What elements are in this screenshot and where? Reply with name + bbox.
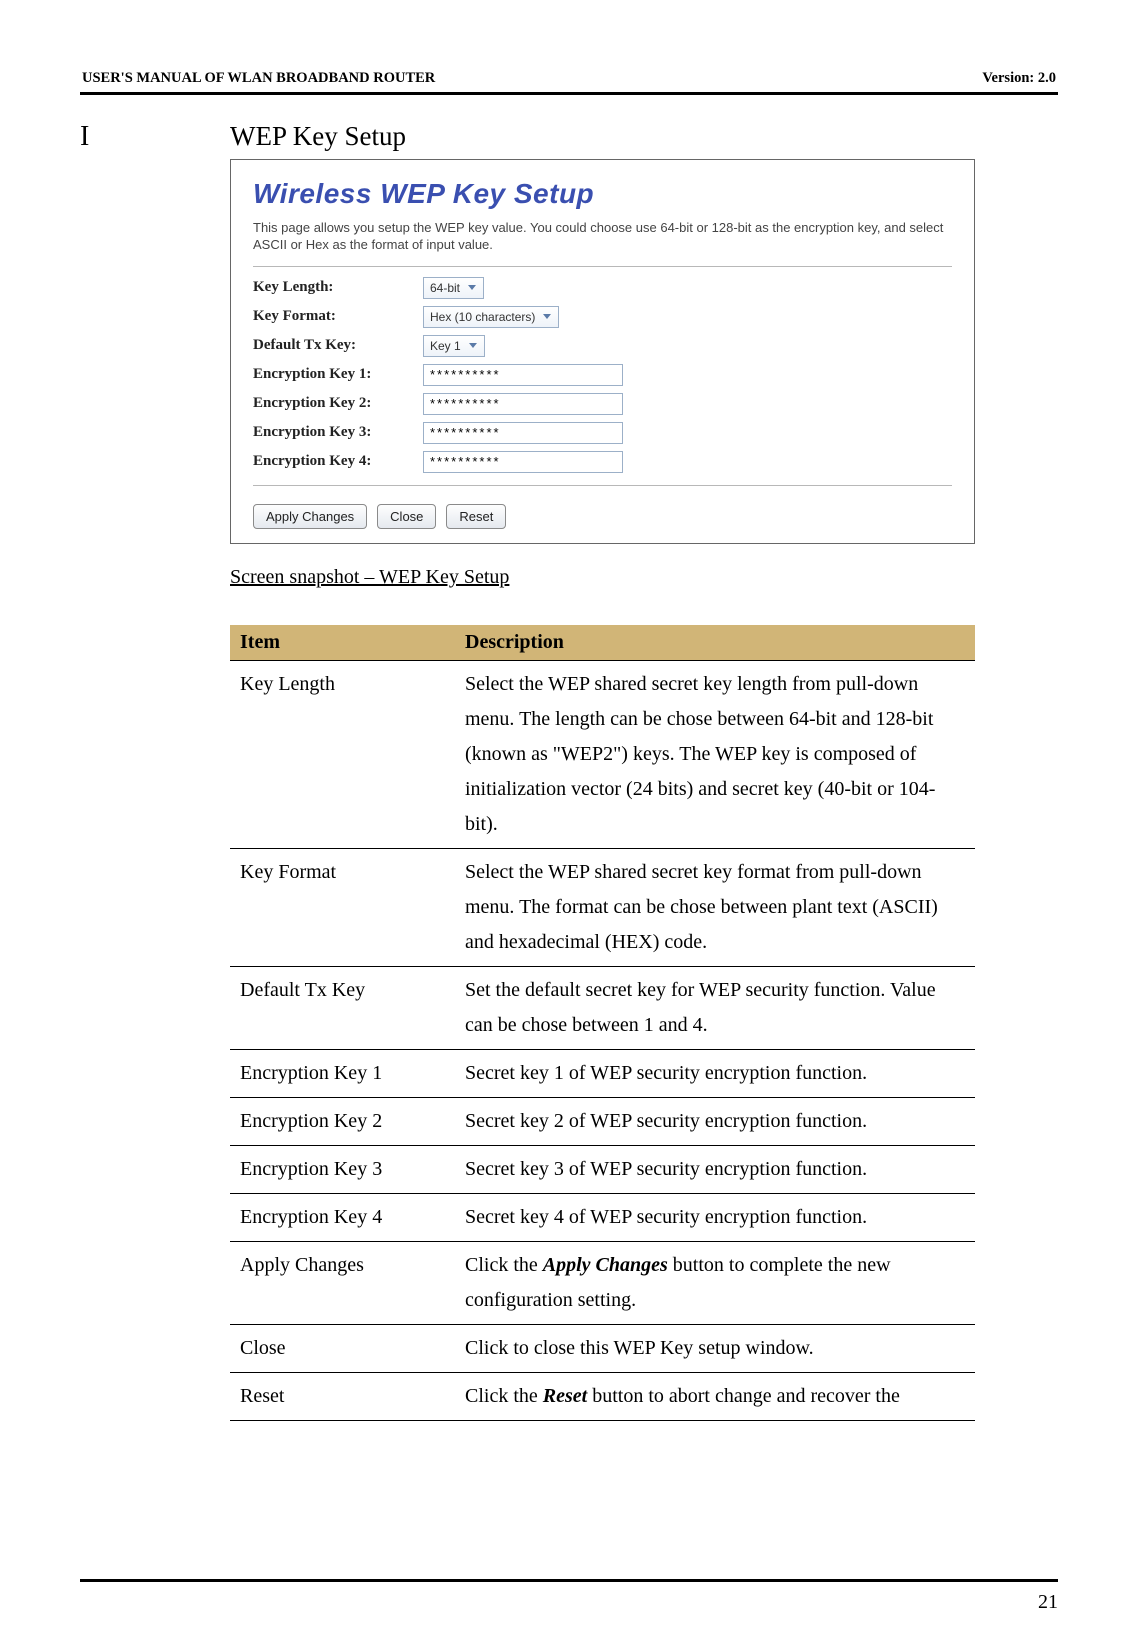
input-enc1[interactable]	[423, 364, 623, 386]
description-table: Item Description Key LengthSelect the WE…	[230, 625, 975, 1421]
section-letter: I	[80, 121, 230, 153]
desc-pre: Click the	[465, 1385, 543, 1407]
button-row: Apply Changes Close Reset	[253, 504, 952, 529]
page-number: 21	[1038, 1591, 1058, 1614]
table-row: Apply ChangesClick the Apply Changes but…	[230, 1241, 975, 1324]
table-row: Encryption Key 1Secret key 1 of WEP secu…	[230, 1049, 975, 1097]
cell-desc: Set the default secret key for WEP secur…	[455, 966, 975, 1049]
table-body: Key LengthSelect the WEP shared secret k…	[230, 660, 975, 1420]
desc-pre: Click the	[465, 1254, 543, 1276]
cell-desc: Click the Reset button to abort change a…	[455, 1372, 975, 1420]
cell-desc: Select the WEP shared secret key format …	[455, 848, 975, 966]
table-row: Encryption Key 3Secret key 3 of WEP secu…	[230, 1145, 975, 1193]
label-enc1: Encryption Key 1:	[253, 366, 423, 383]
select-default-tx[interactable]: Key 1	[423, 335, 485, 357]
table-row: Key LengthSelect the WEP shared secret k…	[230, 660, 975, 848]
cell-desc: Click the Apply Changes button to comple…	[455, 1241, 975, 1324]
desc-bold-italic: Reset	[543, 1385, 587, 1407]
table-row: Encryption Key 4Secret key 4 of WEP secu…	[230, 1193, 975, 1241]
th-item: Item	[230, 625, 455, 661]
cell-desc: Select the WEP shared secret key length …	[455, 660, 975, 848]
label-enc3: Encryption Key 3:	[253, 424, 423, 441]
table-row: CloseClick to close this WEP Key setup w…	[230, 1324, 975, 1372]
table-row: ResetClick the Reset button to abort cha…	[230, 1372, 975, 1420]
cell-item: Encryption Key 2	[230, 1097, 455, 1145]
row-enc2: Encryption Key 2:	[253, 393, 952, 415]
select-key-format[interactable]: Hex (10 characters)	[423, 306, 559, 328]
label-default-tx: Default Tx Key:	[253, 337, 423, 354]
screenshot-description: This page allows you setup the WEP key v…	[253, 220, 952, 254]
screenshot-divider	[253, 266, 952, 267]
table-row: Default Tx KeySet the default secret key…	[230, 966, 975, 1049]
header-right: Version: 2.0	[982, 70, 1056, 87]
desc-post: button to abort change and recover the	[587, 1385, 900, 1407]
cell-item: Apply Changes	[230, 1241, 455, 1324]
footer-rule	[80, 1579, 1058, 1582]
section-heading: I WEP Key Setup	[80, 121, 1058, 153]
cell-desc: Secret key 1 of WEP security encryption …	[455, 1049, 975, 1097]
label-enc4: Encryption Key 4:	[253, 453, 423, 470]
row-enc3: Encryption Key 3:	[253, 422, 952, 444]
cell-desc: Secret key 4 of WEP security encryption …	[455, 1193, 975, 1241]
row-key-format: Key Format: Hex (10 characters)	[253, 306, 952, 328]
close-button[interactable]: Close	[377, 504, 436, 529]
page: USER'S MANUAL OF WLAN BROADBAND ROUTER V…	[0, 0, 1138, 1652]
select-key-length[interactable]: 64-bit	[423, 277, 484, 299]
cell-desc: Secret key 2 of WEP security encryption …	[455, 1097, 975, 1145]
select-default-tx-value: Key 1	[430, 339, 461, 353]
apply-changes-button[interactable]: Apply Changes	[253, 504, 367, 529]
row-enc4: Encryption Key 4:	[253, 451, 952, 473]
cell-item: Key Length	[230, 660, 455, 848]
header-rule	[80, 92, 1058, 95]
input-enc2[interactable]	[423, 393, 623, 415]
screenshot-title: Wireless WEP Key Setup	[253, 178, 952, 210]
input-enc4[interactable]	[423, 451, 623, 473]
th-description: Description	[455, 625, 975, 661]
row-enc1: Encryption Key 1:	[253, 364, 952, 386]
chevron-down-icon	[539, 309, 555, 325]
cell-item: Reset	[230, 1372, 455, 1420]
page-header: USER'S MANUAL OF WLAN BROADBAND ROUTER V…	[80, 70, 1058, 90]
cell-item: Encryption Key 1	[230, 1049, 455, 1097]
cell-item: Encryption Key 4	[230, 1193, 455, 1241]
reset-button[interactable]: Reset	[446, 504, 506, 529]
cell-item: Default Tx Key	[230, 966, 455, 1049]
select-key-length-value: 64-bit	[430, 281, 460, 295]
label-key-format: Key Format:	[253, 308, 423, 325]
screenshot-panel: Wireless WEP Key Setup This page allows …	[230, 159, 975, 544]
cell-item: Encryption Key 3	[230, 1145, 455, 1193]
select-key-format-value: Hex (10 characters)	[430, 310, 535, 324]
row-default-tx: Default Tx Key: Key 1	[253, 335, 952, 357]
desc-bold-italic: Apply Changes	[543, 1254, 668, 1276]
screenshot-divider-2	[253, 485, 952, 486]
header-left: USER'S MANUAL OF WLAN BROADBAND ROUTER	[82, 70, 435, 87]
input-enc3[interactable]	[423, 422, 623, 444]
table-header-row: Item Description	[230, 625, 975, 661]
cell-desc: Click to close this WEP Key setup window…	[455, 1324, 975, 1372]
cell-item: Key Format	[230, 848, 455, 966]
section-title: WEP Key Setup	[230, 121, 406, 152]
cell-desc: Secret key 3 of WEP security encryption …	[455, 1145, 975, 1193]
label-key-length: Key Length:	[253, 279, 423, 296]
cell-item: Close	[230, 1324, 455, 1372]
screenshot-caption: Screen snapshot – WEP Key Setup	[230, 566, 1058, 589]
content: Wireless WEP Key Setup This page allows …	[230, 159, 1058, 1421]
chevron-down-icon	[464, 280, 480, 296]
chevron-down-icon	[465, 338, 481, 354]
table-row: Key FormatSelect the WEP shared secret k…	[230, 848, 975, 966]
label-enc2: Encryption Key 2:	[253, 395, 423, 412]
table-row: Encryption Key 2Secret key 2 of WEP secu…	[230, 1097, 975, 1145]
row-key-length: Key Length: 64-bit	[253, 277, 952, 299]
